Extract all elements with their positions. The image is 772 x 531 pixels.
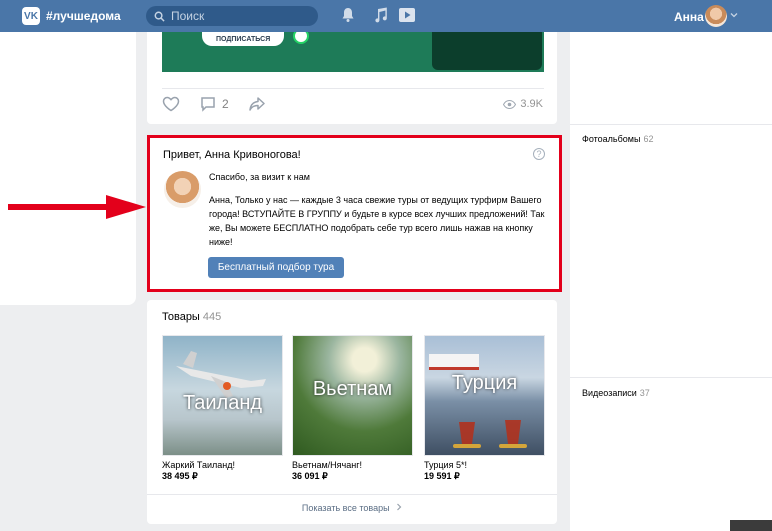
product-image-caption: Таиланд (182, 392, 263, 414)
product-name[interactable]: Турция 5*! (424, 460, 545, 470)
product-image-caption: Вьетнам (312, 378, 393, 400)
photo-albums-header[interactable]: Фотоальбомы 62 (582, 134, 653, 144)
photo-albums-title: Фотоальбомы (582, 134, 641, 144)
search-icon (154, 11, 165, 22)
comment-icon (201, 97, 215, 112)
music-icon[interactable] (374, 7, 388, 23)
product-image[interactable]: Турция (424, 335, 545, 456)
heart-icon (162, 96, 180, 112)
views-counter: 3.9K (503, 98, 543, 110)
divider (162, 88, 544, 89)
goods-header[interactable]: Товары 445 (162, 311, 221, 323)
share-icon (249, 97, 265, 111)
brand-hashtag[interactable]: #лучшедома (46, 9, 121, 23)
product-image[interactable]: Вьетнам (292, 335, 413, 456)
wall-post: ПОДПИСАТЬСЯ 2 3.9K (147, 32, 557, 124)
tea-glasses-graphic (453, 420, 527, 448)
free-tour-button[interactable]: Бесплатный подбор тура (208, 257, 344, 278)
goods-count: 445 (202, 311, 222, 323)
window-corner (730, 520, 772, 531)
user-avatar[interactable] (705, 5, 727, 27)
videos-title: Видеозаписи (582, 388, 637, 398)
bell-icon[interactable] (341, 7, 355, 23)
product-card[interactable]: Вьетнам Вьетнам/Нячанг! 36 091 ₽ (292, 335, 413, 482)
divider (147, 494, 557, 495)
welcome-subtitle: Спасибо, за визит к нам (209, 172, 310, 182)
product-card[interactable]: Турция Турция 5*! 19 591 ₽ (424, 335, 545, 482)
product-card[interactable]: Таиланд Жаркий Таиланд! 38 495 ₽ (162, 335, 283, 482)
post-subscribe-graphic: ПОДПИСАТЬСЯ (202, 32, 285, 46)
ship-graphic (429, 354, 479, 370)
product-name[interactable]: Вьетнам/Нячанг! (292, 460, 413, 470)
search-box[interactable] (146, 6, 318, 26)
video-play-icon[interactable] (398, 7, 416, 23)
product-name[interactable]: Жаркий Таиланд! (162, 460, 283, 470)
left-sidebar-card (0, 32, 136, 305)
product-image-caption: Турция (451, 372, 518, 394)
comment-count: 2 (222, 97, 229, 111)
help-icon[interactable]: ? (533, 148, 545, 160)
eye-icon (503, 99, 517, 109)
videos-header[interactable]: Видеозаписи 37 (582, 388, 650, 398)
chevron-down-icon[interactable] (730, 11, 738, 19)
photo-albums-count: 62 (643, 134, 654, 144)
comment-button[interactable]: 2 (200, 96, 229, 112)
divider (570, 124, 772, 125)
user-name[interactable]: Анна (674, 10, 704, 24)
avatar[interactable] (164, 171, 201, 208)
share-button[interactable] (248, 96, 266, 112)
post-image[interactable]: ПОДПИСАТЬСЯ (162, 32, 544, 72)
goods-title: Товары (162, 311, 200, 323)
search-input[interactable] (171, 9, 311, 23)
welcome-title: Привет, Анна Кривоногова! (163, 149, 301, 161)
like-button[interactable] (162, 96, 180, 112)
views-count: 3.9K (520, 98, 543, 110)
show-all-goods-link[interactable]: Показать все товары (147, 503, 557, 513)
welcome-message: Анна, Только у нас — каждые 3 часа свежи… (209, 195, 545, 247)
product-price: 38 495 ₽ (162, 471, 198, 481)
show-all-goods-label: Показать все товары (301, 503, 390, 513)
welcome-widget: Привет, Анна Кривоногова! ? Спасибо, за … (147, 135, 562, 292)
whatsapp-icon (293, 32, 309, 44)
divider (570, 377, 772, 378)
product-price: 19 591 ₽ (424, 471, 460, 481)
vk-logo-icon[interactable]: VK (22, 7, 40, 25)
videos-count: 37 (639, 388, 650, 398)
red-arrow-icon (8, 195, 146, 219)
product-price: 36 091 ₽ (292, 471, 328, 481)
right-sidebar: Фотоальбомы 62 Видеозаписи 37 (570, 32, 772, 531)
chevron-right-icon (397, 503, 402, 511)
goods-block: Товары 445 Таиланд Жаркий Таиланд! 38 495… (147, 300, 557, 524)
product-image[interactable]: Таиланд (162, 335, 283, 456)
top-header: VK #лучшедома Анна (0, 0, 772, 32)
phone-graphic (432, 32, 542, 70)
